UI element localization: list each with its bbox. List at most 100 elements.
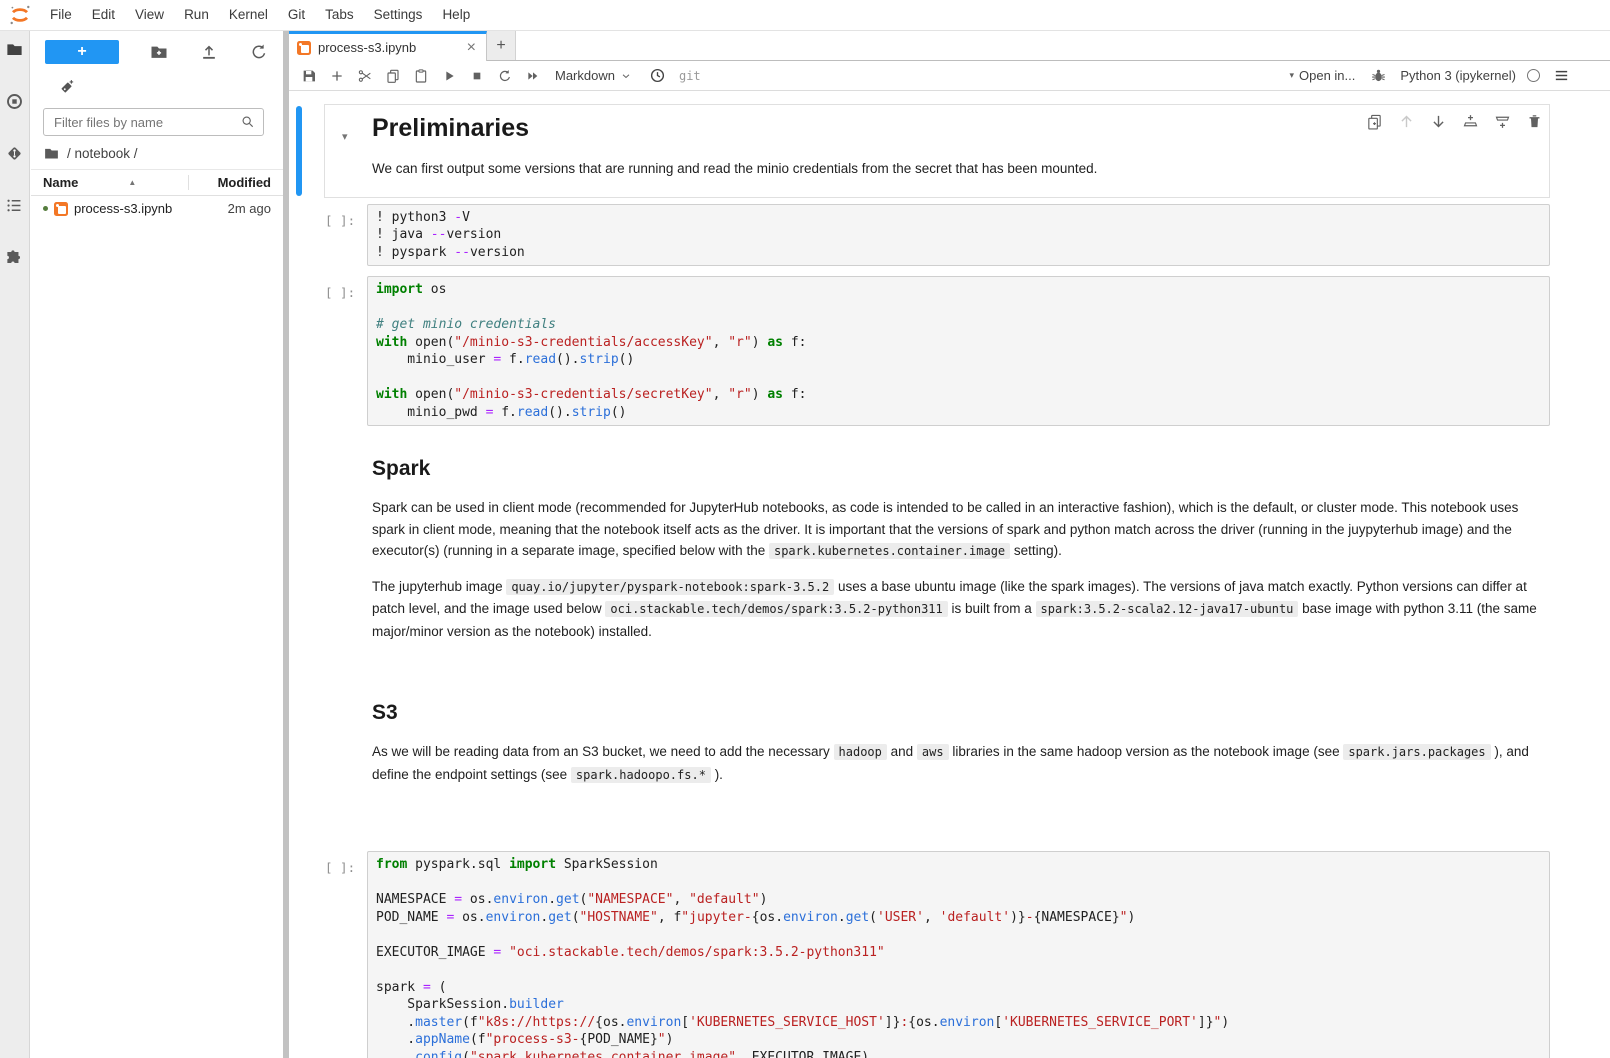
breadcrumb[interactable]: / notebook / [43, 145, 271, 162]
filter-files-input[interactable] [43, 108, 264, 136]
file-list-header: Name ▲ Modified [31, 169, 283, 196]
home-folder-icon[interactable] [43, 145, 60, 162]
kernel-running-dot [43, 206, 48, 211]
code-cell[interactable]: [ ]: from pyspark.sql import SparkSession… [289, 851, 1550, 1058]
notebook-toolbar: Markdown git ▾ Open in... Python 3 (ipyk… [289, 61, 1610, 91]
cell-collapser[interactable] [296, 106, 302, 196]
markdown-cell[interactable]: S3As we will be reading data from an S3 … [289, 691, 1550, 804]
markdown-cell[interactable]: ▾PreliminariesWe can first output some v… [289, 104, 1550, 198]
file-browser-panel: + / notebook / [31, 31, 283, 1058]
menu-settings[interactable]: Settings [364, 0, 433, 30]
menu-git[interactable]: Git [278, 0, 315, 30]
move-cell-down-icon[interactable] [1430, 113, 1447, 130]
open-in-dropdown[interactable]: ▾ Open in... [1289, 68, 1355, 83]
interrupt-kernel-button[interactable] [463, 64, 490, 88]
tab-process-s3[interactable]: process-s3.ipynb × [289, 31, 487, 61]
save-button[interactable] [295, 64, 322, 88]
refresh-file-list-icon[interactable] [249, 42, 269, 62]
search-icon [240, 114, 256, 130]
notebook-tools-hamburger-icon[interactable] [1553, 67, 1570, 84]
markdown-heading: Spark [372, 456, 1539, 482]
tab-bar: process-s3.ipynb × + [289, 31, 1610, 61]
cell-collapser[interactable] [296, 693, 302, 802]
kernel-status-icon[interactable] [1527, 69, 1540, 82]
file-browser-toolbar: + [45, 40, 269, 64]
notebook-file-icon [54, 202, 68, 216]
move-cell-up-icon[interactable] [1398, 113, 1415, 130]
cell-type-dropdown[interactable]: Markdown [555, 68, 632, 83]
git-clone-row [59, 78, 283, 96]
git-clone-icon[interactable] [59, 78, 76, 95]
menu-run[interactable]: Run [174, 0, 219, 30]
extensions-icon[interactable] [5, 248, 24, 267]
breadcrumb-path[interactable]: / notebook / [67, 146, 138, 161]
markdown-heading: S3 [372, 700, 1539, 726]
code-editor[interactable]: from pyspark.sql import SparkSession NAM… [367, 851, 1550, 1058]
cell-input-prompt: [ ]: [325, 860, 355, 875]
restart-kernel-button[interactable] [491, 64, 518, 88]
tab-title: process-s3.ipynb [318, 40, 458, 55]
debugger-bug-icon[interactable] [1370, 67, 1387, 84]
insert-cell-button[interactable] [323, 64, 350, 88]
running-kernels-icon[interactable] [5, 92, 24, 111]
code-cell[interactable]: [ ]: ! python3 -V! java --version! pyspar… [289, 204, 1550, 267]
file-browser-icon[interactable] [5, 40, 24, 59]
paste-cells-button[interactable] [407, 64, 434, 88]
cell-collapser[interactable] [296, 278, 302, 424]
execution-time-icon [649, 67, 666, 84]
jupyterhub-logo-icon [8, 3, 32, 27]
jupyterlab-window: File Edit View Run Kernel Git Tabs Setti… [0, 0, 1610, 1058]
activity-bar [0, 31, 30, 1058]
column-header-modified[interactable]: Modified [188, 175, 271, 190]
rendered-markdown[interactable]: S3As we will be reading data from an S3 … [324, 691, 1550, 804]
insert-cell-above-icon[interactable] [1462, 113, 1479, 130]
sort-ascending-icon: ▲ [128, 178, 136, 187]
markdown-paragraph: The jupyterhub image quay.io/jupyter/pys… [372, 576, 1539, 643]
cell-list: ▾PreliminariesWe can first output some v… [289, 91, 1610, 1058]
new-tab-button[interactable]: + [487, 31, 516, 60]
cell-collapser[interactable] [296, 853, 302, 1058]
copy-cells-button[interactable] [379, 64, 406, 88]
file-modified: 2m ago [228, 201, 271, 216]
delete-cell-icon[interactable] [1526, 113, 1543, 130]
code-editor[interactable]: ! python3 -V! java --version! pyspark --… [367, 204, 1550, 267]
filter-wrap [43, 108, 264, 136]
duplicate-cell-icon[interactable] [1366, 113, 1383, 130]
run-cell-button[interactable] [435, 64, 462, 88]
chevron-down-icon [620, 70, 632, 82]
markdown-paragraph: Spark can be used in client mode (recomm… [372, 497, 1539, 563]
kernel-name-button[interactable]: Python 3 (ipykernel) [1400, 68, 1516, 83]
insert-cell-below-icon[interactable] [1494, 113, 1511, 130]
caret-down-icon: ▾ [1289, 70, 1294, 81]
close-tab-icon[interactable]: × [465, 40, 478, 56]
cell-collapser[interactable] [296, 449, 302, 658]
column-header-name[interactable]: Name ▲ [43, 175, 188, 190]
cell-input-prompt: [ ]: [325, 285, 355, 300]
code-editor[interactable]: import os # get minio credentialswith op… [367, 276, 1550, 426]
git-panel-icon[interactable] [5, 144, 24, 163]
upload-icon[interactable] [199, 42, 219, 62]
menu-tabs[interactable]: Tabs [315, 0, 364, 30]
file-row[interactable]: process-s3.ipynb 2m ago [31, 196, 283, 221]
code-cell[interactable]: [ ]: import os # get minio credentialswit… [289, 276, 1550, 426]
cut-cells-button[interactable] [351, 64, 378, 88]
open-in-label: Open in... [1299, 68, 1355, 83]
markdown-cell[interactable]: Spark Spark can be used in client mode (r… [289, 447, 1550, 660]
cell-collapser[interactable] [296, 206, 302, 265]
menu-view[interactable]: View [125, 0, 174, 30]
new-launcher-button[interactable]: + [45, 40, 119, 64]
menu-kernel[interactable]: Kernel [219, 0, 278, 30]
table-of-contents-icon[interactable] [5, 196, 24, 215]
rendered-markdown[interactable]: PreliminariesWe can first output some ve… [324, 104, 1550, 198]
menu-file[interactable]: File [40, 0, 82, 30]
rendered-markdown[interactable]: Spark Spark can be used in client mode (r… [324, 447, 1550, 660]
notebook-tab-icon [297, 41, 311, 55]
menu-help[interactable]: Help [432, 0, 480, 30]
cell-input-prompt: [ ]: [325, 213, 355, 228]
cell-toolbar [1366, 113, 1543, 130]
notebook-scroll-area[interactable]: ▾PreliminariesWe can first output some v… [289, 91, 1610, 1058]
cell-type-value: Markdown [555, 68, 615, 83]
menu-edit[interactable]: Edit [82, 0, 125, 30]
new-folder-icon[interactable] [149, 42, 169, 62]
restart-run-all-button[interactable] [519, 64, 546, 88]
